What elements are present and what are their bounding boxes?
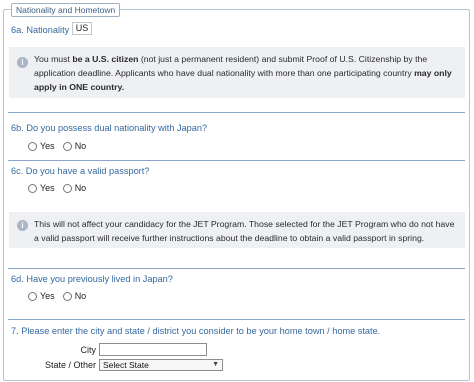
lived-in-japan-question: 6d. Have you previously lived in Japan? (11, 274, 173, 284)
separator (8, 112, 465, 113)
radio-label-yes: Yes (40, 291, 55, 301)
dual-nationality-no-radio[interactable] (62, 141, 72, 151)
separator (8, 268, 465, 269)
radio-label-no: No (74, 183, 87, 193)
radio-label-yes: Yes (40, 183, 55, 193)
dual-nationality-question: 6b. Do you possess dual nationality with… (11, 123, 208, 133)
citizenship-info-box: i You must be a U.S. citizen (not just a… (9, 47, 465, 98)
lived-in-japan-no-radio[interactable] (62, 291, 72, 301)
passport-options: Yes No (28, 183, 94, 193)
dual-nationality-yes-radio[interactable] (28, 141, 37, 151)
citizenship-info-text: You must be a U.S. citizen (not just a p… (34, 52, 459, 94)
state-label: State / Other (44, 360, 96, 370)
info-text-part: You must (34, 54, 73, 64)
passport-yes-radio[interactable] (28, 183, 37, 193)
passport-info-box: i This will not affect your candidacy fo… (9, 212, 465, 248)
separator (8, 319, 465, 320)
passport-info-text: This will not affect your candidacy for … (34, 219, 455, 243)
state-selected-value: Select State (103, 360, 149, 370)
nationality-value: US (72, 22, 92, 35)
nationality-label: 6a. Nationality (11, 25, 70, 35)
lived-in-japan-options: Yes No (28, 291, 94, 301)
dual-nationality-options: Yes No (28, 141, 94, 151)
section-legend: Nationality and Hometown (11, 3, 121, 17)
radio-label-no: No (74, 141, 87, 151)
radio-label-no: No (74, 291, 87, 301)
info-icon: i (17, 220, 28, 231)
info-text-bold: be a U.S. citizen (72, 54, 139, 64)
passport-no-radio[interactable] (62, 183, 72, 193)
city-input[interactable] (99, 343, 207, 356)
state-select[interactable]: Select State ▼ (99, 359, 223, 371)
passport-question: 6c. Do you have a valid passport? (11, 166, 150, 176)
hometown-question: 7. Please enter the city and state / dis… (11, 326, 381, 336)
lived-in-japan-yes-radio[interactable] (28, 291, 37, 301)
chevron-down-icon: ▼ (212, 361, 219, 368)
info-icon: i (17, 57, 28, 68)
radio-label-yes: Yes (40, 141, 55, 151)
separator (8, 160, 465, 161)
city-label: City (80, 345, 97, 355)
